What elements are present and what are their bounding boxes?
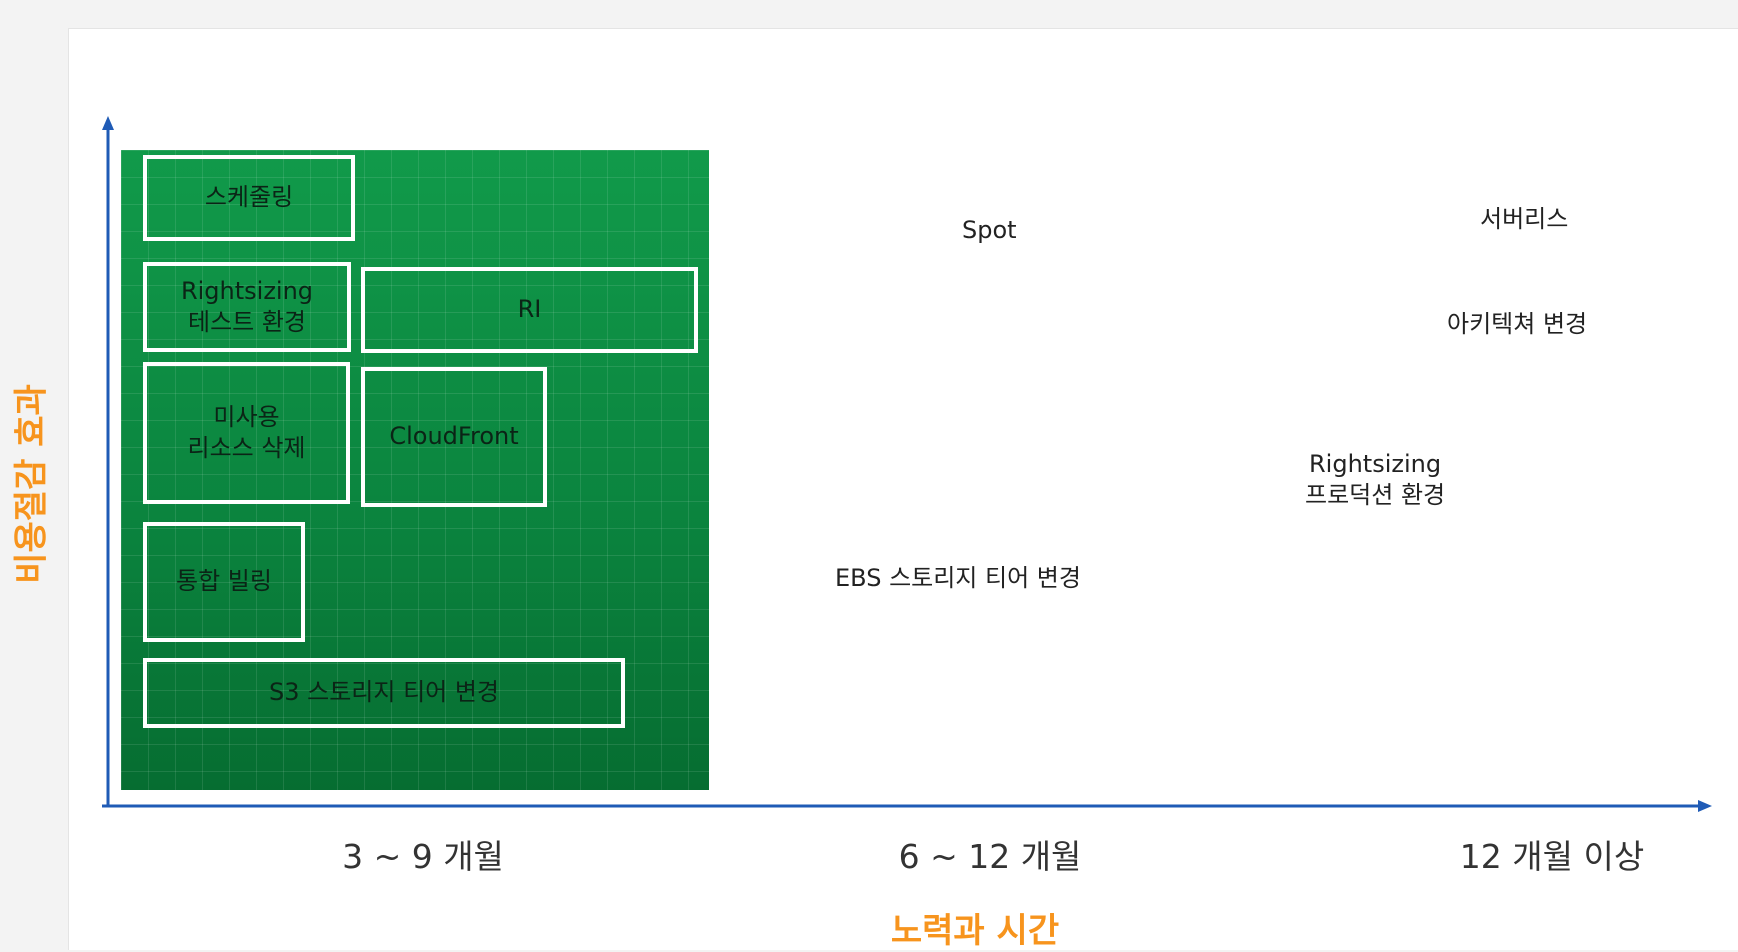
item-serverless: 서버리스 [1480, 204, 1568, 235]
item-rightsizing-test: Rightsizing 테스트 환경 [143, 262, 351, 352]
item-architecture-change-line-1: 아키텍쳐 변경 [1447, 310, 1588, 338]
item-cloudfront: CloudFront [361, 367, 547, 507]
x-tick-2: 6 ~ 12 개월 [898, 837, 1082, 876]
item-rightsizing-production: Rightsizing 프로덕션 환경 [1305, 449, 1445, 511]
item-ebs-tier: EBS 스토리지 티어 변경 [835, 563, 1081, 594]
item-architecture-change: 아키텍쳐 변경 [1447, 309, 1587, 340]
item-unused-resources: 미사용 리소스 삭제 [143, 362, 350, 504]
y-axis-title: 비용절감 효과 [11, 384, 52, 584]
x-axis-title: 노력과 시간 [890, 911, 1060, 951]
item-spot: Spot [962, 215, 1017, 246]
item-rightsizing-production-line-1: Rightsizing [1309, 450, 1442, 478]
item-unused-resources-line-1: 미사용 [213, 402, 280, 431]
item-scheduling: 스케줄링 [143, 155, 355, 241]
item-ebs-tier-line-1: EBS 스토리지 티어 변경 [835, 564, 1081, 592]
item-rightsizing-production-line-2: 프로덕션 환경 [1305, 481, 1446, 510]
item-ri-line-1: RI [517, 295, 542, 324]
item-spot-line-1: Spot [962, 216, 1017, 244]
item-unused-resources-line-2: 리소스 삭제 [187, 434, 306, 462]
item-rightsizing-test-line-1: Rightsizing [180, 276, 314, 305]
item-consolidated-billing: 통합 빌링 [143, 522, 305, 642]
x-axis-arrowhead [1698, 800, 1712, 812]
x-tick-3: 12 개월 이상 [1459, 837, 1645, 876]
y-axis-arrowhead [102, 116, 114, 130]
item-s3-tier-line-1: S3 스토리지 티어 변경 [268, 678, 500, 707]
item-cloudfront-line-1: CloudFront [389, 422, 519, 451]
item-consolidated-billing-line-1: 통합 빌링 [176, 567, 272, 596]
x-tick-1: 3 ~ 9 개월 [342, 837, 504, 876]
item-rightsizing-test-line-2: 테스트 환경 [187, 308, 307, 336]
item-scheduling-line-1: 스케줄링 [204, 183, 294, 212]
item-ri: RI [361, 267, 698, 353]
item-s3-tier: S3 스토리지 티어 변경 [143, 658, 625, 728]
item-serverless-line-1: 서버리스 [1480, 205, 1569, 233]
